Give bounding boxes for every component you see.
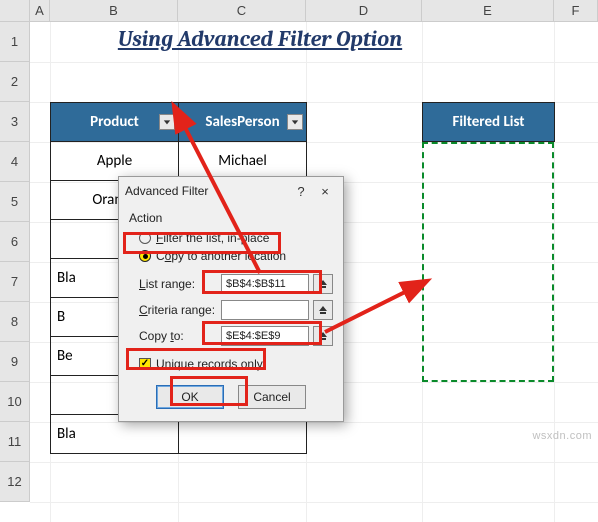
collapse-dialog-icon bbox=[318, 331, 328, 341]
filtered-table: Filtered List bbox=[422, 102, 555, 142]
chevron-down-icon bbox=[163, 118, 171, 126]
copy-destination-marquee bbox=[422, 142, 554, 382]
chevron-down-icon bbox=[291, 118, 299, 126]
header-salesperson[interactable]: SalesPerson bbox=[179, 103, 307, 142]
radio-copy-label: Copy to another location bbox=[156, 249, 286, 263]
dialog-help-button[interactable]: ? bbox=[289, 184, 313, 199]
radio-icon-selected bbox=[139, 250, 151, 262]
criteria-range-picker[interactable] bbox=[313, 300, 333, 320]
row-header-12[interactable]: 12 bbox=[0, 462, 30, 502]
row-header-2[interactable]: 2 bbox=[0, 62, 30, 102]
radio-icon bbox=[139, 232, 151, 244]
dialog-titlebar[interactable]: Advanced Filter ? × bbox=[119, 177, 343, 205]
col-header-d[interactable]: D bbox=[306, 0, 422, 22]
unique-records-label: Unique records only bbox=[156, 357, 263, 371]
copy-to-label: Copy to: bbox=[139, 329, 217, 343]
col-header-f[interactable]: F bbox=[554, 0, 598, 22]
header-salesperson-label: SalesPerson bbox=[205, 113, 279, 131]
col-header-a[interactable]: A bbox=[30, 0, 50, 22]
row-header-8[interactable]: 8 bbox=[0, 302, 30, 342]
collapse-dialog-icon bbox=[318, 279, 328, 289]
col-header-b[interactable]: B bbox=[50, 0, 178, 22]
cancel-button[interactable]: Cancel bbox=[238, 385, 306, 409]
list-range-input[interactable]: $B$4:$B$11 bbox=[221, 274, 309, 294]
radio-filter-inplace[interactable]: Filter the list, in-place bbox=[129, 229, 333, 247]
row-header-5[interactable]: 5 bbox=[0, 182, 30, 222]
row-headers: 1 2 3 4 5 6 7 8 9 10 11 12 bbox=[0, 22, 30, 502]
list-range-row: List range: $B$4:$B$11 bbox=[129, 271, 333, 297]
row-header-6[interactable]: 6 bbox=[0, 222, 30, 262]
row-header-11[interactable]: 11 bbox=[0, 422, 30, 462]
column-headers: A B C D E F bbox=[0, 0, 598, 22]
radio-copy-location[interactable]: Copy to another location bbox=[129, 247, 333, 265]
dialog-title: Advanced Filter bbox=[125, 184, 289, 198]
dialog-buttons: OK Cancel bbox=[119, 375, 343, 421]
col-header-c[interactable]: C bbox=[178, 0, 306, 22]
filter-button-product[interactable] bbox=[159, 114, 175, 130]
list-range-picker[interactable] bbox=[313, 274, 333, 294]
col-header-e[interactable]: E bbox=[422, 0, 554, 22]
row-header-3[interactable]: 3 bbox=[0, 102, 30, 142]
ok-button[interactable]: OK bbox=[156, 385, 224, 409]
cell-b4[interactable]: Apple bbox=[51, 142, 179, 181]
radio-inplace-label: Filter the list, in-place bbox=[156, 231, 269, 245]
row-header-10[interactable]: 10 bbox=[0, 382, 30, 422]
checkbox-checked-icon bbox=[139, 358, 151, 370]
watermark: wsxdn.com bbox=[532, 430, 592, 442]
select-all-corner[interactable] bbox=[0, 0, 30, 22]
header-filtered[interactable]: Filtered List bbox=[423, 103, 555, 142]
header-product-label: Product bbox=[90, 113, 139, 131]
copy-to-row: Copy to: $E$4:$E$9 bbox=[129, 323, 333, 349]
row-header-9[interactable]: 9 bbox=[0, 342, 30, 382]
action-group-label: Action bbox=[119, 205, 343, 225]
copy-to-picker[interactable] bbox=[313, 326, 333, 346]
collapse-dialog-icon bbox=[318, 305, 328, 315]
filter-button-salesperson[interactable] bbox=[287, 114, 303, 130]
row-header-7[interactable]: 7 bbox=[0, 262, 30, 302]
dialog-close-button[interactable]: × bbox=[313, 184, 337, 199]
advanced-filter-dialog: Advanced Filter ? × Action Filter the li… bbox=[118, 176, 344, 422]
copy-to-input[interactable]: $E$4:$E$9 bbox=[221, 326, 309, 346]
criteria-range-label: Criteria range: bbox=[139, 303, 217, 317]
row-header-1[interactable]: 1 bbox=[0, 22, 30, 62]
page-title: Using Advanced Filter Option bbox=[70, 26, 450, 52]
cell-c4[interactable]: Michael bbox=[179, 142, 307, 181]
list-range-label: List range: bbox=[139, 277, 217, 291]
row-header-4[interactable]: 4 bbox=[0, 142, 30, 182]
criteria-range-row: Criteria range: bbox=[129, 297, 333, 323]
unique-records-checkbox[interactable]: Unique records only bbox=[129, 355, 333, 373]
criteria-range-input[interactable] bbox=[221, 300, 309, 320]
header-product[interactable]: Product bbox=[51, 103, 179, 142]
